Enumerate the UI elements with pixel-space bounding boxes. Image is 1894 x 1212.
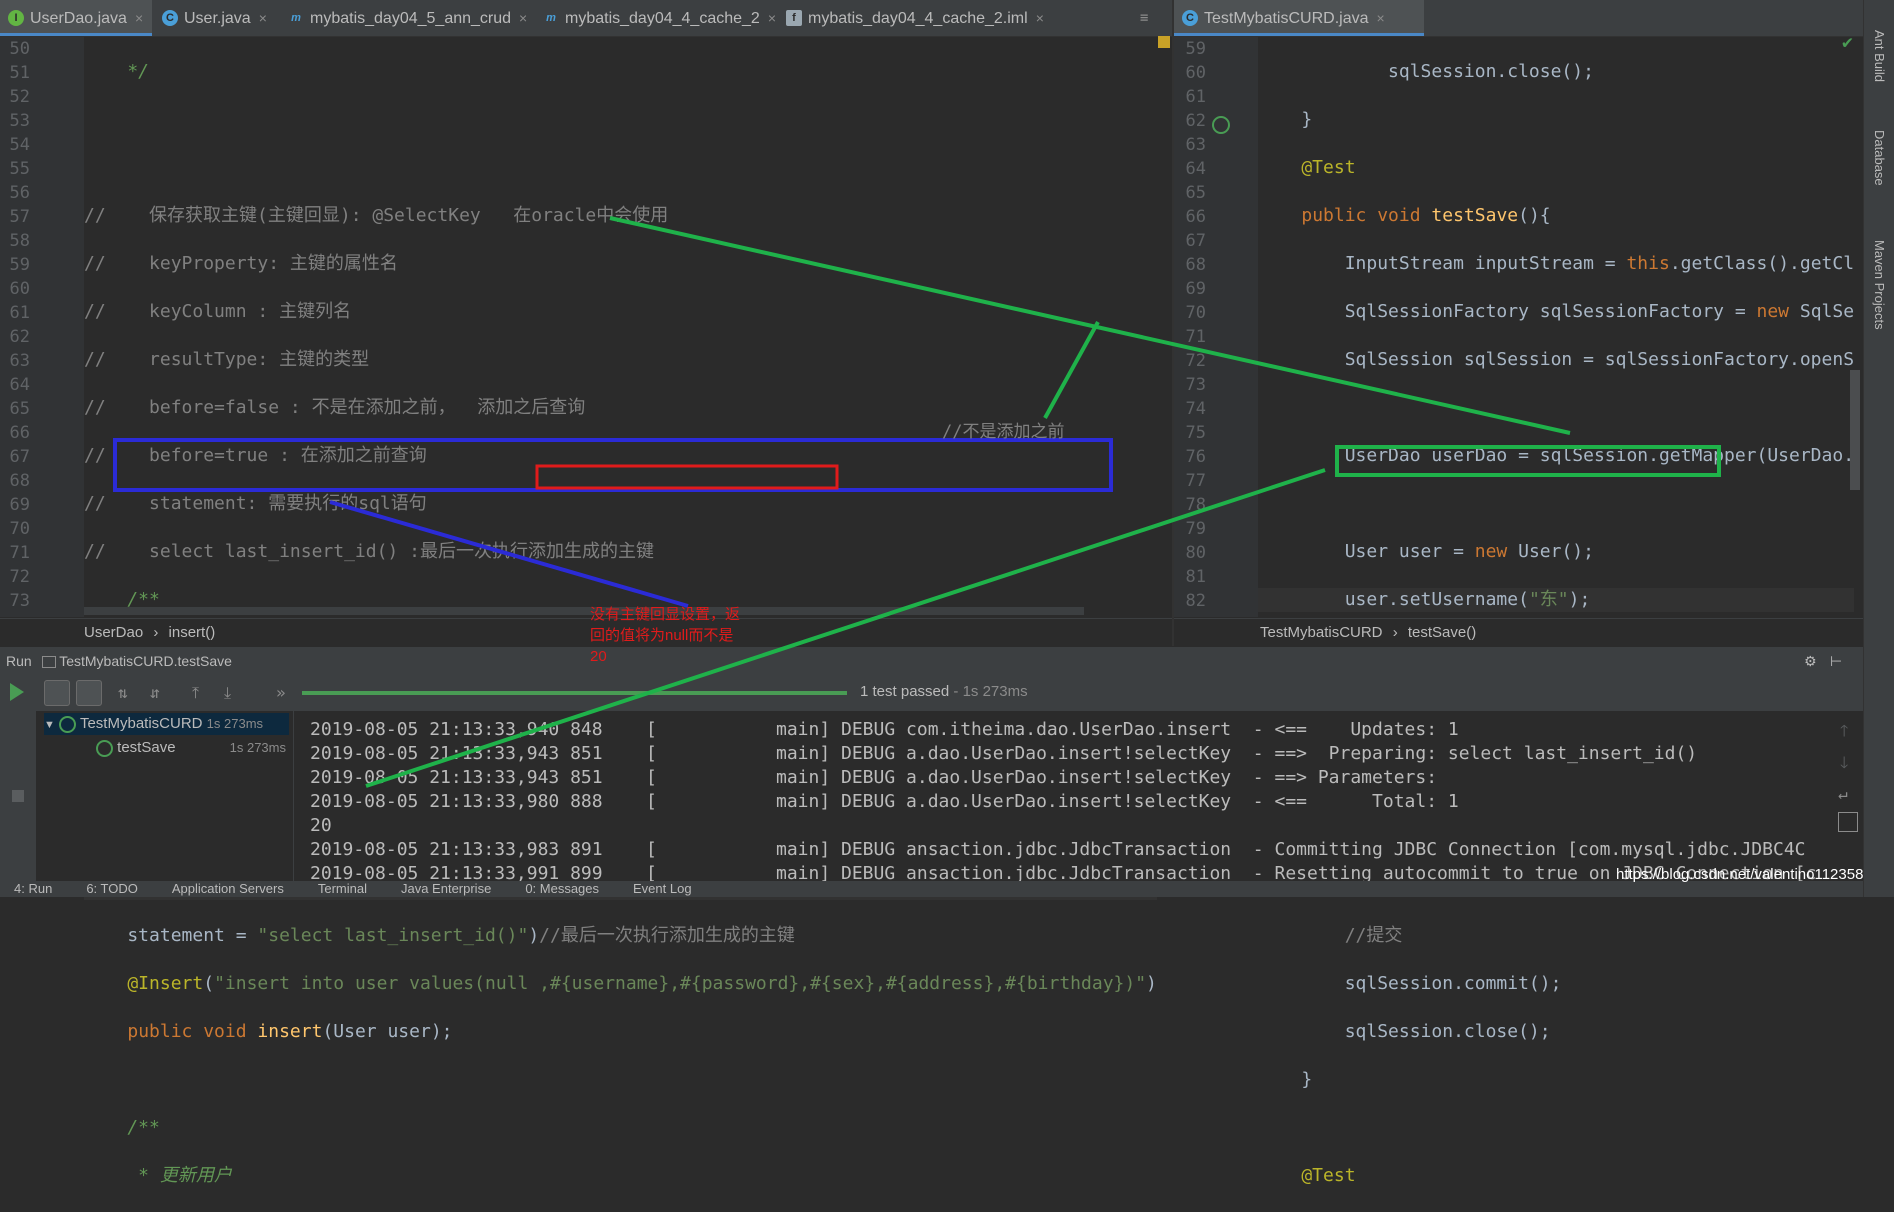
green-line-to-console: [365, 468, 1326, 788]
green-line-to-comment: [609, 216, 1571, 435]
red-annotation-note: 没有主键回显设置，返回的值将为null而不是20: [590, 606, 741, 665]
annotation-overlay: [113, 216, 1721, 788]
red-highlight-box: [535, 464, 839, 490]
watermark: https://blog.csdn.net/valentino112358: [1616, 866, 1864, 883]
not-before-add-note: //不是添加之前: [942, 422, 1065, 442]
blue-arrow-line: [329, 500, 689, 608]
green-line-to-not-before: [1043, 321, 1100, 419]
green-highlight-box: [1335, 445, 1721, 477]
